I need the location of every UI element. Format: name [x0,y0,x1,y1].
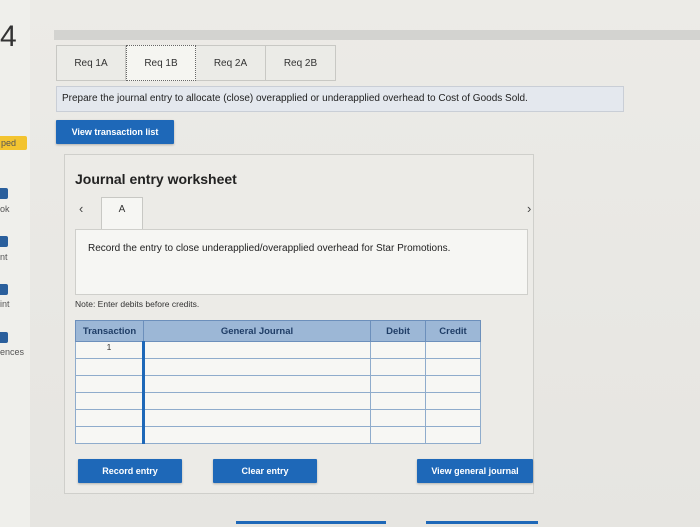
column-header-general-journal: General Journal [143,320,371,342]
credit-input[interactable] [425,426,481,444]
tab-req-1a[interactable]: Req 1A [56,45,126,81]
view-transaction-list-button[interactable]: View transaction list [56,120,174,144]
debit-input[interactable] [370,409,426,427]
status-badge: ped [0,136,27,150]
credit-input[interactable] [425,392,481,410]
chevron-right-icon[interactable]: › [527,201,531,216]
bottom-nav-strip [426,521,538,524]
credit-input[interactable] [425,341,481,359]
debit-input[interactable] [370,358,426,376]
debit-input[interactable] [370,426,426,444]
column-header-transaction: Transaction [75,320,144,342]
hint-icon[interactable] [0,236,8,247]
table-row [75,392,481,410]
transaction-cell [75,409,144,427]
sidebar: 4 ped ok nt int ences [0,0,31,527]
general-journal-select[interactable] [142,392,371,410]
top-divider [54,30,700,40]
general-journal-select[interactable] [142,341,371,359]
transaction-cell [75,392,144,410]
column-header-debit: Debit [370,320,426,342]
question-number: 4 [0,20,17,53]
requirement-prompt: Prepare the journal entry to allocate (c… [56,86,624,112]
debit-input[interactable] [370,392,426,410]
debit-input[interactable] [370,375,426,393]
sidebar-item-label[interactable]: ences [0,347,24,357]
entry-instruction: Record the entry to close underapplied/o… [88,243,451,254]
debit-input[interactable] [370,341,426,359]
main-content: Req 1A Req 1B Req 2A Req 2B Prepare the … [30,0,700,527]
table-row: 1 [75,341,481,359]
general-journal-select[interactable] [142,375,371,393]
table-row [75,426,481,444]
credit-input[interactable] [425,375,481,393]
table-row [75,358,481,376]
transaction-cell [75,426,144,444]
credit-input[interactable] [425,409,481,427]
view-general-journal-button[interactable]: View general journal [417,459,533,483]
general-journal-select[interactable] [142,358,371,376]
transaction-cell: 1 [75,341,144,359]
tab-req-1b[interactable]: Req 1B [126,45,196,81]
references-icon[interactable] [0,332,8,343]
worksheet-title: Journal entry worksheet [75,171,237,187]
sidebar-item-label[interactable]: int [0,299,10,309]
general-journal-select[interactable] [142,426,371,444]
tab-req-2a[interactable]: Req 2A [196,45,266,81]
chevron-left-icon[interactable]: ‹ [79,201,83,216]
table-row [75,375,481,393]
entry-tab-a[interactable]: A [101,197,143,229]
sidebar-item-label[interactable]: ok [0,204,10,214]
general-journal-select[interactable] [142,409,371,427]
bottom-nav-strip [236,521,386,524]
record-entry-button[interactable]: Record entry [78,459,182,483]
print-icon[interactable] [0,284,8,295]
sidebar-item-label[interactable]: nt [0,252,8,262]
transaction-cell [75,358,144,376]
journal-table: Transaction General Journal Debit Credit… [75,320,481,444]
requirement-tabs: Req 1A Req 1B Req 2A Req 2B [56,45,336,83]
credit-input[interactable] [425,358,481,376]
entry-instruction-box: Record the entry to close underapplied/o… [75,229,528,295]
tab-req-2b[interactable]: Req 2B [266,45,336,81]
table-row [75,409,481,427]
book-icon[interactable] [0,188,8,199]
clear-entry-button[interactable]: Clear entry [213,459,317,483]
debit-credit-note: Note: Enter debits before credits. [75,299,200,309]
column-header-credit: Credit [425,320,481,342]
journal-entry-worksheet: Journal entry worksheet ‹ A › Record the… [64,154,534,494]
transaction-cell [75,375,144,393]
